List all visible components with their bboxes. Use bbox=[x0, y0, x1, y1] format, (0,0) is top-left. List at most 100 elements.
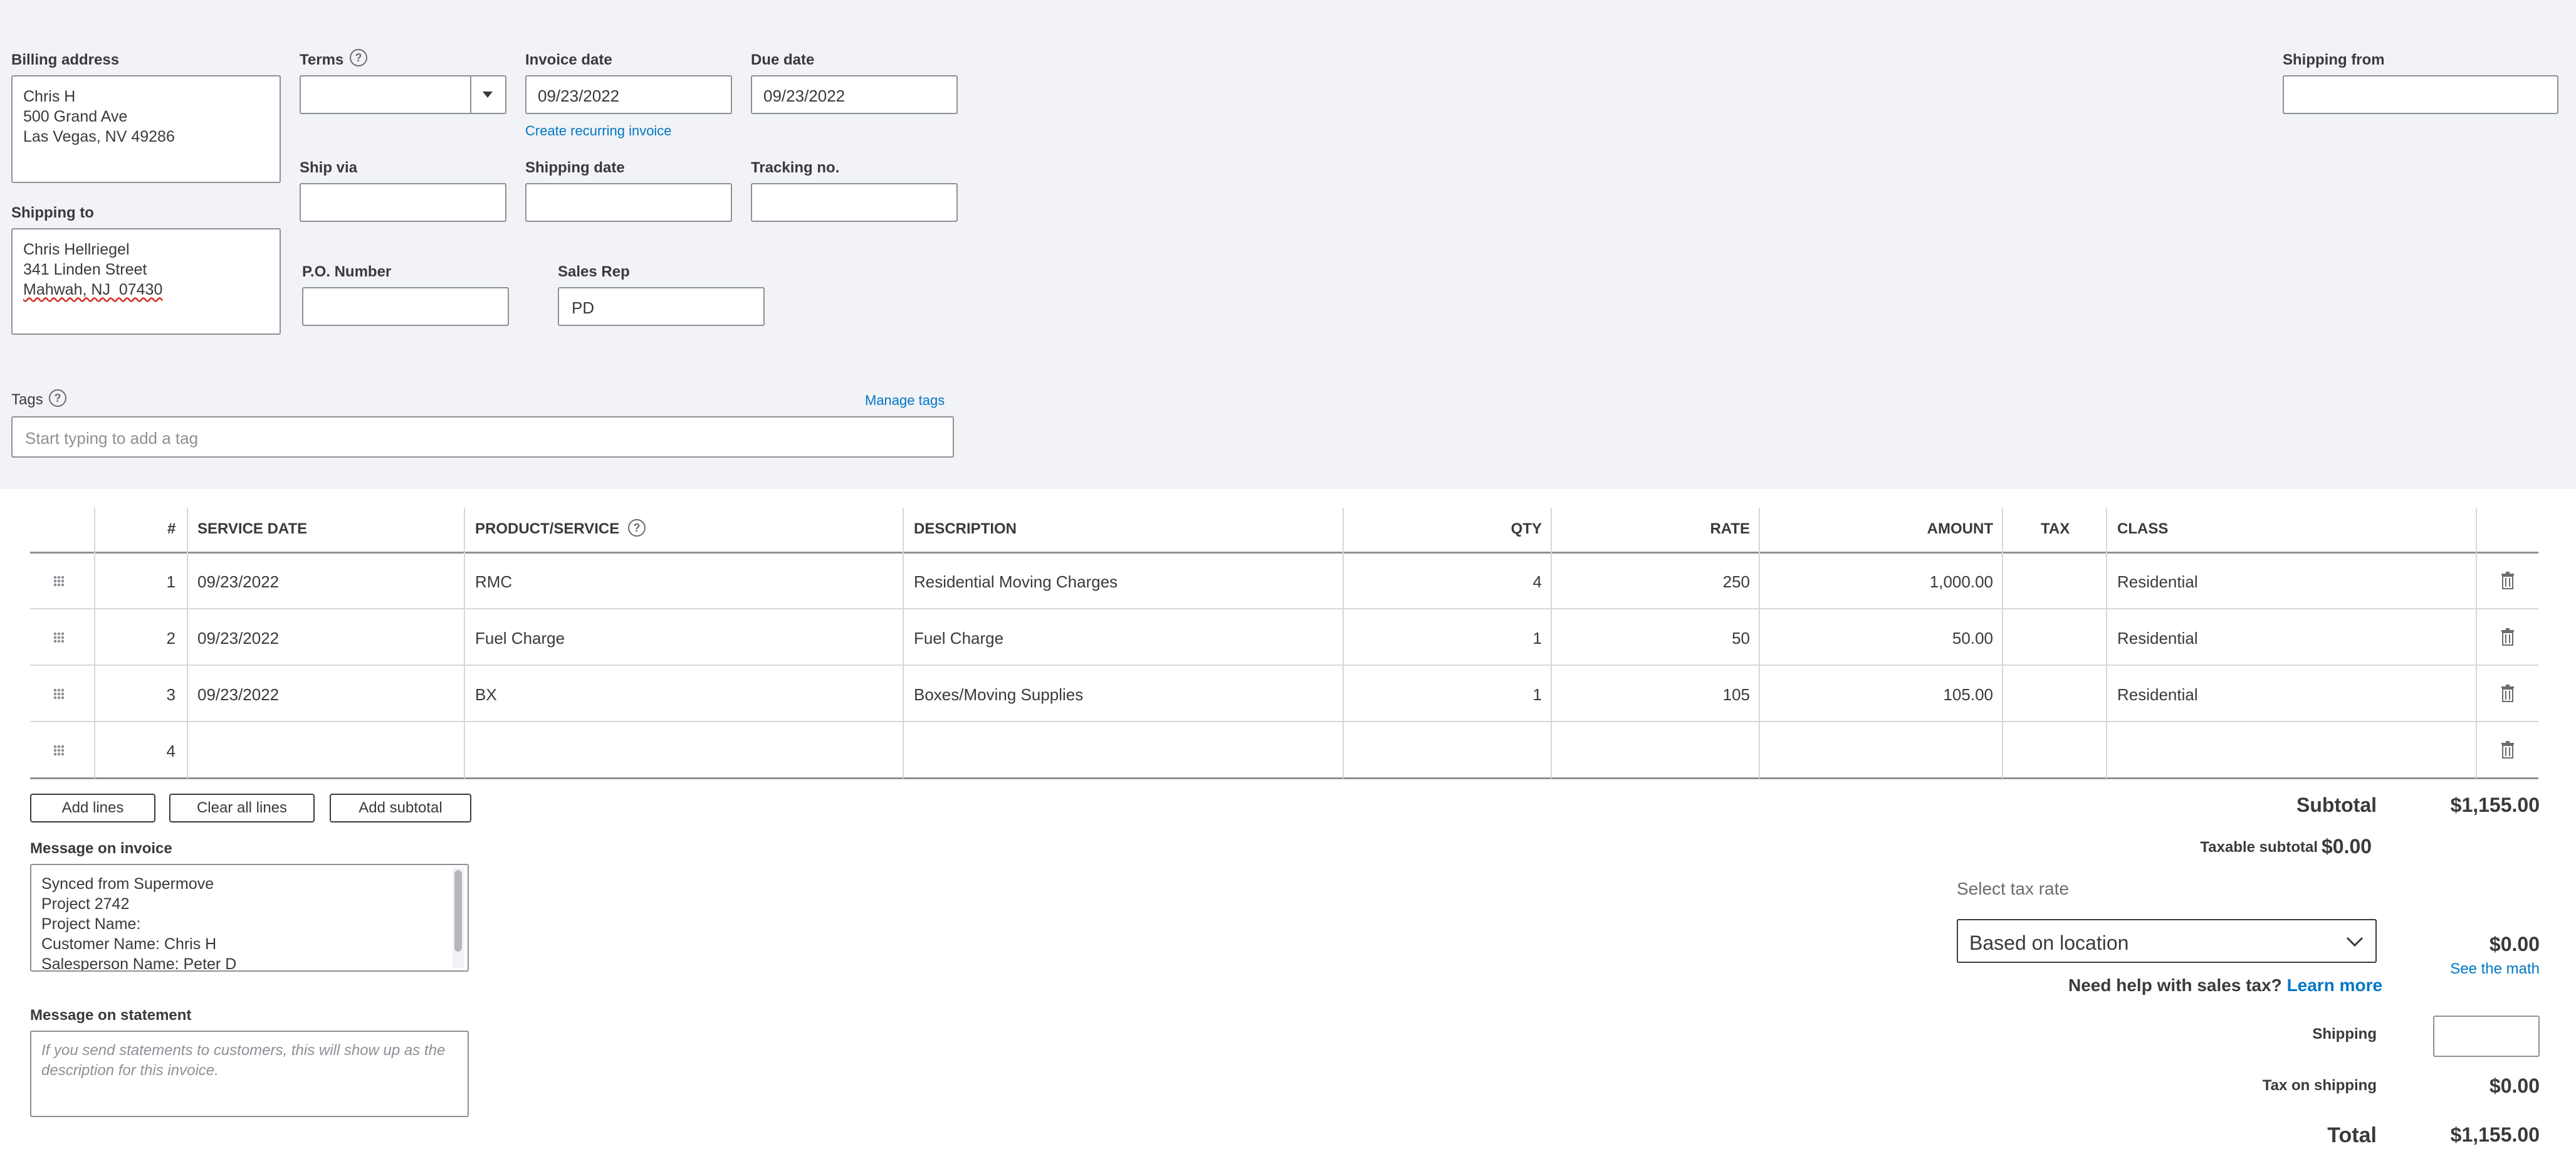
row-qty[interactable]: 1 bbox=[1429, 629, 1542, 648]
table-col-divider bbox=[94, 508, 95, 779]
table-bottom-divider bbox=[30, 777, 2538, 779]
tracking-no-label: Tracking no. bbox=[751, 159, 840, 176]
tags-label: Tags bbox=[11, 391, 43, 408]
message-line: Project 2742 bbox=[41, 895, 130, 913]
taxable-subtotal-value: $0.00 bbox=[2322, 835, 2372, 858]
scrollbar-track[interactable] bbox=[453, 868, 464, 968]
drag-handle-icon[interactable] bbox=[53, 575, 65, 587]
col-header-description: DESCRIPTION bbox=[914, 520, 1017, 537]
tags-help-icon[interactable]: ? bbox=[49, 389, 66, 407]
row-description[interactable]: Residential Moving Charges bbox=[914, 572, 1118, 592]
table-row-divider bbox=[30, 665, 2538, 666]
row-rate[interactable]: 105 bbox=[1630, 685, 1750, 705]
table-col-divider bbox=[1551, 508, 1552, 779]
col-header-qty: QTY bbox=[1511, 520, 1542, 537]
invoice-header-area bbox=[0, 0, 2576, 489]
row-service-date[interactable]: 09/23/2022 bbox=[197, 572, 279, 592]
billing-address-line: Las Vegas, NV 49286 bbox=[23, 128, 175, 145]
drag-handle-icon[interactable] bbox=[53, 632, 65, 643]
clear-all-lines-button[interactable]: Clear all lines bbox=[169, 794, 315, 822]
message-on-statement-textarea[interactable]: If you send statements to customers, thi… bbox=[30, 1031, 469, 1117]
trash-icon[interactable] bbox=[2501, 685, 2515, 702]
row-description[interactable]: Boxes/Moving Supplies bbox=[914, 685, 1083, 705]
row-product[interactable]: BX bbox=[475, 685, 497, 705]
total-value: $1,155.00 bbox=[2450, 1123, 2540, 1146]
billing-address-label: Billing address bbox=[11, 51, 120, 68]
shipping-label: Shipping bbox=[2312, 1026, 2377, 1043]
drag-handle-icon[interactable] bbox=[53, 688, 65, 700]
tags-input[interactable]: Start typing to add a tag bbox=[11, 416, 954, 458]
statement-placeholder: If you send statements to customers, thi… bbox=[41, 1042, 446, 1079]
tax-rate-select[interactable]: Based on location bbox=[1957, 919, 2377, 963]
terms-select[interactable] bbox=[300, 75, 506, 114]
billing-address-field[interactable]: Chris H 500 Grand Ave Las Vegas, NV 4928… bbox=[11, 75, 281, 183]
row-class[interactable]: Residential bbox=[2117, 685, 2198, 705]
sales-rep-label: Sales Rep bbox=[558, 263, 630, 280]
col-header-tax: TAX bbox=[2041, 520, 2070, 537]
row-qty[interactable]: 1 bbox=[1429, 685, 1542, 705]
row-number: 1 bbox=[166, 572, 175, 591]
subtotal-label: Subtotal bbox=[2296, 794, 2377, 816]
create-recurring-invoice-link[interactable]: Create recurring invoice bbox=[525, 123, 672, 139]
due-date-label: Due date bbox=[751, 51, 815, 68]
manage-tags-link[interactable]: Manage tags bbox=[865, 392, 945, 409]
scrollbar-thumb[interactable] bbox=[454, 870, 462, 952]
drag-handle-icon[interactable] bbox=[53, 745, 65, 756]
shipping-date-input[interactable] bbox=[525, 183, 732, 222]
col-header-num: # bbox=[167, 520, 176, 537]
row-amount[interactable]: 105.00 bbox=[1855, 685, 1993, 705]
row-service-date[interactable]: 09/23/2022 bbox=[197, 629, 279, 648]
row-rate[interactable]: 50 bbox=[1630, 629, 1750, 648]
row-description[interactable]: Fuel Charge bbox=[914, 629, 1003, 648]
row-number: 2 bbox=[166, 629, 175, 648]
shipping-from-input[interactable] bbox=[2283, 75, 2558, 114]
chevron-down-icon[interactable] bbox=[483, 92, 493, 98]
row-service-date[interactable]: 09/23/2022 bbox=[197, 685, 279, 705]
see-the-math-link[interactable]: See the math bbox=[2394, 960, 2540, 978]
shipping-to-field[interactable]: Chris Hellriegel 341 Linden Street Mahwa… bbox=[11, 228, 281, 335]
table-row-divider bbox=[30, 608, 2538, 609]
col-header-service-date: SERVICE DATE bbox=[197, 520, 308, 537]
tracking-no-input[interactable] bbox=[751, 183, 958, 222]
chevron-down-icon[interactable] bbox=[2345, 935, 2364, 948]
table-col-divider bbox=[1759, 508, 1760, 779]
row-product[interactable]: Fuel Charge bbox=[475, 629, 565, 648]
row-number: 4 bbox=[166, 742, 175, 760]
sales-rep-input[interactable]: PD bbox=[558, 287, 765, 326]
row-product[interactable]: RMC bbox=[475, 572, 512, 592]
learn-more-link[interactable]: Learn more bbox=[2287, 975, 2383, 995]
sales-tax-help: Need help with sales tax? Learn more bbox=[2068, 975, 2382, 996]
terms-help-icon[interactable]: ? bbox=[350, 49, 367, 66]
row-amount[interactable]: 1,000.00 bbox=[1855, 572, 1993, 592]
ship-via-input[interactable] bbox=[300, 183, 506, 222]
table-col-divider bbox=[903, 508, 904, 779]
tax-rate-value: Based on location bbox=[1969, 932, 2129, 954]
shipping-to-label: Shipping to bbox=[11, 204, 94, 221]
add-lines-button[interactable]: Add lines bbox=[30, 794, 155, 822]
message-on-statement-label: Message on statement bbox=[30, 1007, 192, 1024]
row-qty[interactable]: 4 bbox=[1429, 572, 1542, 592]
invoice-date-input[interactable]: 09/23/2022 bbox=[525, 75, 732, 114]
shipping-address-line: 341 Linden Street bbox=[23, 261, 147, 278]
row-class[interactable]: Residential bbox=[2117, 629, 2198, 648]
add-subtotal-button[interactable]: Add subtotal bbox=[330, 794, 471, 822]
message-line: Customer Name: Chris H bbox=[41, 935, 217, 953]
billing-address-line: Chris H bbox=[23, 88, 76, 105]
po-number-input[interactable] bbox=[302, 287, 509, 326]
invoice-date-value: 09/23/2022 bbox=[538, 87, 620, 105]
shipping-amount-input[interactable] bbox=[2433, 1016, 2540, 1057]
trash-icon[interactable] bbox=[2501, 628, 2515, 646]
product-help-icon[interactable]: ? bbox=[628, 519, 646, 537]
shipping-address-line: Mahwah, NJ 07430 bbox=[23, 281, 163, 298]
due-date-input[interactable]: 09/23/2022 bbox=[751, 75, 958, 114]
message-on-invoice-textarea[interactable]: Synced from Supermove Project 2742 Proje… bbox=[30, 864, 469, 972]
col-header-class: CLASS bbox=[2117, 520, 2169, 537]
tax-amount-value: $0.00 bbox=[2489, 933, 2540, 955]
trash-icon[interactable] bbox=[2501, 572, 2515, 589]
trash-icon[interactable] bbox=[2501, 741, 2515, 759]
row-class[interactable]: Residential bbox=[2117, 572, 2198, 592]
sales-rep-value: PD bbox=[572, 298, 595, 317]
message-line: Project Name: bbox=[41, 915, 141, 933]
row-amount[interactable]: 50.00 bbox=[1855, 629, 1993, 648]
row-rate[interactable]: 250 bbox=[1630, 572, 1750, 592]
